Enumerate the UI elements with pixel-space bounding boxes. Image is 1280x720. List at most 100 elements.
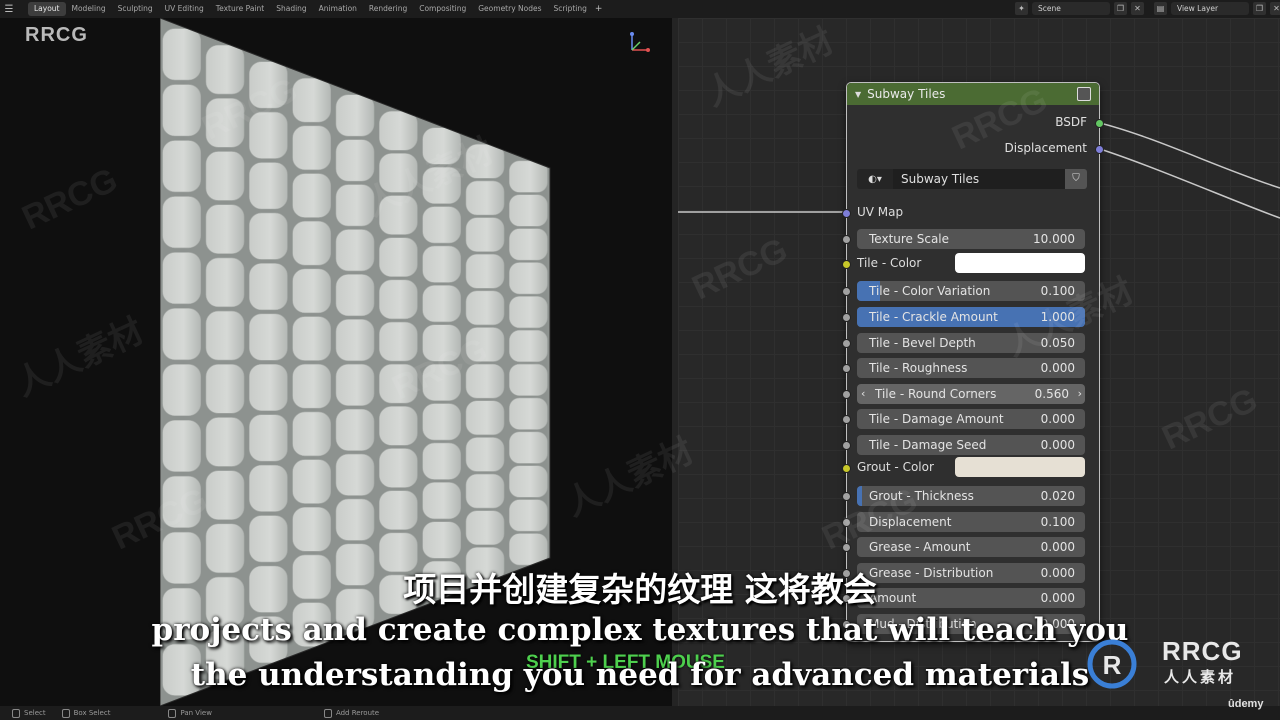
scene-icon[interactable]: ✦	[1015, 2, 1028, 15]
tile-color-swatch[interactable]	[955, 253, 1085, 273]
tile	[162, 28, 202, 81]
delete-view-layer-icon[interactable]: ✕	[1270, 2, 1280, 15]
tab-sculpting[interactable]: Sculpting	[112, 2, 159, 16]
input-field-grease-amount[interactable]: Grease - Amount 0.000	[857, 537, 1085, 557]
bsdf-output-socket[interactable]	[1095, 119, 1104, 128]
input-socket[interactable]	[842, 390, 851, 399]
status-select: Select	[12, 708, 46, 718]
input-field-grout-thickness[interactable]: Grout - Thickness 0.020	[857, 486, 1085, 506]
input-field-texture-scale[interactable]: Texture Scale 10.000	[857, 229, 1085, 249]
tile	[378, 279, 418, 320]
field-value: 0.020	[1040, 489, 1075, 503]
tile	[508, 160, 548, 193]
tile	[162, 419, 202, 473]
input-socket[interactable]	[842, 235, 851, 244]
field-label: Grease - Amount	[869, 540, 971, 554]
status-pan-view: Pan View	[168, 708, 212, 718]
delete-scene-icon[interactable]: ✕	[1131, 2, 1144, 15]
input-field-tile-color-variation[interactable]: Tile - Color Variation 0.100	[857, 281, 1085, 301]
decrement-arrow-icon[interactable]: ‹	[861, 384, 865, 404]
tile	[422, 442, 462, 480]
tile	[508, 194, 548, 227]
tile	[248, 515, 288, 563]
add-workspace-icon[interactable]: +	[595, 4, 603, 14]
input-socket[interactable]	[842, 492, 851, 501]
copy-scene-icon[interactable]: ❐	[1114, 2, 1127, 15]
input-field-tile-damage-amount[interactable]: Tile - Damage Amount 0.000	[857, 409, 1085, 429]
tab-scripting[interactable]: Scripting	[548, 2, 593, 16]
input-socket[interactable]	[842, 287, 851, 296]
node-group-name[interactable]: Subway Tiles	[893, 169, 1065, 189]
tile	[248, 162, 288, 210]
grout-color-swatch[interactable]	[955, 457, 1085, 477]
tab-texture-paint[interactable]: Texture Paint	[210, 2, 270, 16]
tile	[422, 166, 462, 205]
input-socket[interactable]	[842, 518, 851, 527]
node-tree-browse-icon[interactable]: ◐▾	[857, 169, 893, 189]
tile	[422, 403, 462, 441]
copy-view-layer-icon[interactable]: ❐	[1253, 2, 1266, 15]
udemy-logo: ûdemy	[1228, 698, 1264, 710]
tile	[465, 473, 505, 509]
tile	[422, 324, 462, 362]
grout-color-input-socket[interactable]	[842, 464, 851, 473]
fake-user-shield-icon[interactable]: ⛉	[1065, 169, 1087, 189]
output-displacement-label: Displacement	[1004, 141, 1088, 155]
field-label: Tile - Damage Amount	[869, 412, 1004, 426]
hamburger-menu-icon[interactable]: ☰	[0, 0, 18, 18]
input-field-tile-crackle-amount[interactable]: Tile - Crackle Amount 1.000	[857, 307, 1085, 327]
tab-rendering[interactable]: Rendering	[363, 2, 413, 16]
tile	[205, 417, 245, 467]
input-field-displacement[interactable]: Displacement 0.100	[857, 512, 1085, 532]
tab-layout[interactable]: Layout	[28, 2, 66, 16]
tab-compositing[interactable]: Compositing	[413, 2, 472, 16]
tile	[465, 400, 505, 436]
tile	[205, 257, 245, 308]
tab-shading[interactable]: Shading	[270, 2, 312, 16]
view-layer-field[interactable]: View Layer	[1171, 2, 1249, 15]
status-pan-view-label: Pan View	[180, 709, 212, 717]
tile	[292, 316, 332, 361]
node-group-icon[interactable]	[1077, 87, 1091, 101]
scene-field[interactable]: Scene	[1032, 2, 1110, 15]
input-field-tile-round-corners[interactable]: ‹ › Tile - Round Corners 0.560	[857, 384, 1085, 404]
axis-gizmo-icon[interactable]	[624, 28, 654, 58]
input-socket[interactable]	[842, 364, 851, 373]
tile	[465, 510, 505, 546]
node-group-datablock: ◐▾ Subway Tiles ⛉	[857, 169, 1087, 189]
tile	[292, 77, 332, 123]
input-field-tile-roughness[interactable]: Tile - Roughness 0.000	[857, 358, 1085, 378]
input-socket[interactable]	[842, 415, 851, 424]
tab-animation[interactable]: Animation	[313, 2, 363, 16]
uv-map-input-socket[interactable]	[842, 209, 851, 218]
input-socket[interactable]	[842, 441, 851, 450]
tab-uv-editing[interactable]: UV Editing	[159, 2, 210, 16]
displacement-output-socket[interactable]	[1095, 145, 1104, 154]
tile	[378, 363, 418, 404]
tile	[378, 321, 418, 362]
subway-tiles-node[interactable]: ▼ Subway Tiles BSDF Displacement ◐▾ Subw…	[842, 82, 1104, 642]
tile	[465, 180, 505, 216]
tab-modeling[interactable]: Modeling	[66, 2, 112, 16]
tile	[292, 363, 332, 409]
increment-arrow-icon[interactable]: ›	[1078, 384, 1082, 404]
input-field-tile-damage-seed[interactable]: Tile - Damage Seed 0.000	[857, 435, 1085, 455]
tile	[378, 490, 418, 530]
field-label: Grout - Thickness	[869, 489, 974, 503]
field-value: 0.100	[1040, 515, 1075, 529]
tile	[248, 363, 288, 412]
tile	[508, 397, 548, 430]
collapse-triangle-icon[interactable]: ▼	[855, 90, 861, 99]
field-label: Tile - Round Corners	[875, 387, 997, 401]
node-header[interactable]: ▼ Subway Tiles	[847, 83, 1099, 105]
tile	[378, 110, 418, 151]
tile	[292, 125, 332, 171]
tile-color-input-socket[interactable]	[842, 260, 851, 269]
input-field-tile-bevel-depth[interactable]: Tile - Bevel Depth 0.050	[857, 333, 1085, 353]
input-socket[interactable]	[842, 339, 851, 348]
tab-geometry-nodes[interactable]: Geometry Nodes	[472, 2, 547, 16]
view-layer-icon[interactable]: ▤	[1154, 2, 1167, 15]
input-socket[interactable]	[842, 543, 851, 552]
tile	[162, 84, 202, 137]
input-socket[interactable]	[842, 313, 851, 322]
